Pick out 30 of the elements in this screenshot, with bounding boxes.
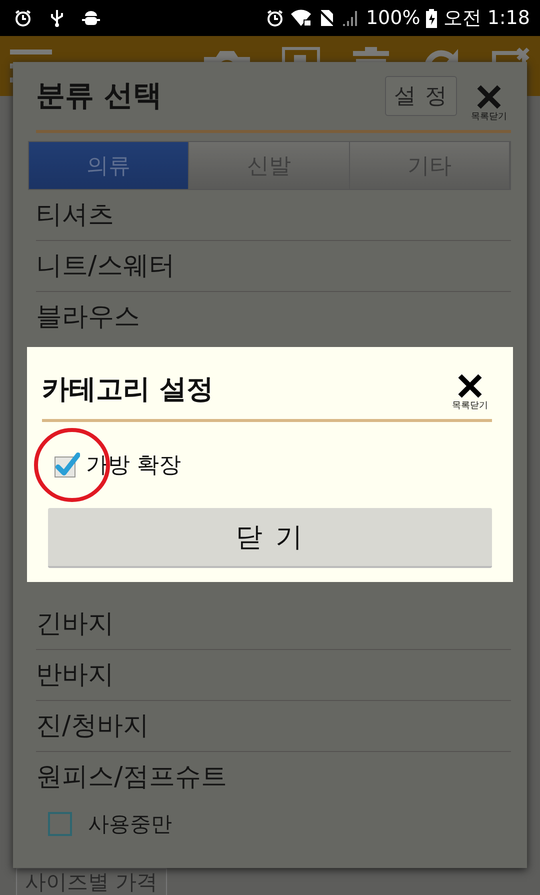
battery-percent: 100% [366,7,420,29]
checkbox[interactable] [48,812,72,836]
dialog-title: 분류 선택 [36,77,164,114]
close-icon [457,372,483,398]
alarm-icon [14,9,32,27]
category-item[interactable]: 블라우스 [36,292,511,342]
wifi-lock-icon [290,9,312,27]
category-item[interactable]: 반바지 [36,650,511,701]
dialog-title: 카테고리 설정 [42,373,214,407]
category-tab[interactable]: 의류 [29,142,190,189]
settings-button[interactable]: 설 정 [385,76,457,116]
checkbox[interactable] [54,452,80,478]
bug-icon [82,10,100,26]
close-button[interactable]: 목록닫기 [448,372,492,412]
close-dialog-button[interactable]: 닫 기 [48,508,492,568]
usb-icon [50,9,64,27]
close-icon [476,84,502,110]
battery-charging-icon [426,8,438,28]
category-item[interactable]: 원피스/점프슈트 [36,752,511,802]
category-item[interactable]: 긴바지 [36,599,511,650]
clock: 오전 1:18 [443,6,530,31]
close-label: 목록닫기 [452,398,488,412]
close-button[interactable]: 목록닫기 [467,84,511,122]
checkbox-label: 사용중만 [88,811,172,838]
close-label: 목록닫기 [471,110,507,122]
signal-icon [342,9,360,27]
category-item[interactable]: 티셔츠 [36,190,511,241]
alarm-icon [266,9,284,27]
category-item[interactable]: 진/청바지 [36,701,511,752]
category-item[interactable]: 니트/스웨터 [36,241,511,292]
